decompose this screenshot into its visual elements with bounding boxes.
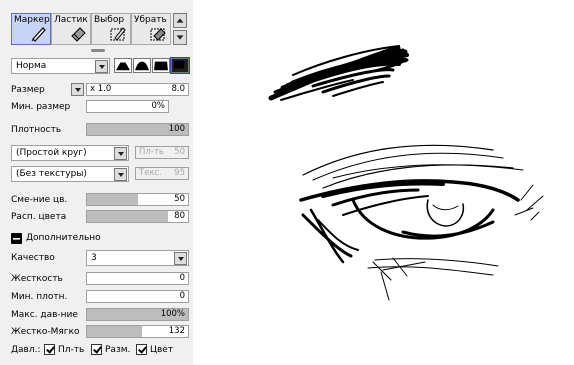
texture-strength-value: 95 [174,168,185,178]
pen-icon [31,27,46,42]
arrow-up-icon [176,18,184,23]
edge-shape-hard[interactable] [152,58,170,73]
texture-strength-input[interactable]: Текс. 95 [135,167,189,180]
max-pressure-value: 100% [160,309,185,319]
pressure-size-checkbox[interactable] [91,344,102,355]
brush-tool-panel: Маркер Ластик Выбор Убрать Норма Размер [0,0,193,365]
size-multiplier-dropdown[interactable] [71,83,84,96]
size-label: Размер [11,85,45,95]
min-size-label: Мин. размер [11,102,71,112]
pressure-density-checkbox[interactable] [44,344,55,355]
selection-eraser-icon [150,28,166,41]
hard-edge-icon [154,61,168,71]
soft-edge-icon [116,62,130,71]
brush-shape-density-value: 50 [174,147,185,157]
min-size-input[interactable]: 0% [86,100,169,113]
edge-shape-medium[interactable] [133,58,151,73]
scroll-down-button[interactable] [173,30,187,45]
brush-shape-value: (Простой круг) [16,148,87,158]
advanced-section-label: Дополнительно [26,233,101,243]
size-value: 8.0 [171,84,185,94]
selection-pen-icon [110,27,126,41]
remove-tool-button[interactable]: Убрать [131,13,171,45]
color-mix-slider-fill [87,194,138,205]
min-density-input[interactable]: 0 [86,290,189,303]
square-edge-icon [173,60,185,69]
hardness-input[interactable]: 0 [86,272,189,285]
drawing-canvas[interactable] [193,0,574,365]
marker-tool-button[interactable]: Маркер [11,13,51,45]
pressure-density-label: Пл-ть [58,345,85,355]
color-mix-slider[interactable]: 50 [86,193,189,206]
eraser-icon [71,27,86,42]
scroll-up-button[interactable] [173,13,187,28]
quality-label: Качество [11,253,55,263]
quality-value: 3 [91,253,97,263]
arrow-down-icon [176,35,184,40]
min-density-label: Мин. плотн. [11,292,68,302]
density-value: 100 [168,124,185,134]
texture-strength-label: Текс. [139,168,162,178]
select-tool-label: Выбор [94,15,125,25]
select-tool-button[interactable]: Выбор [91,13,131,45]
edge-shape-soft[interactable] [114,58,132,73]
hard-soft-value: 132 [168,326,185,336]
texture-select[interactable]: (Без текстуры) [11,166,129,182]
edge-shape-square[interactable] [170,57,190,74]
hard-soft-label: Жестко-Мягко [11,327,80,337]
brush-shape-density-input[interactable]: Пл-ть 50 [135,146,189,159]
marker-tool-label: Маркер [14,15,50,25]
hardness-label: Жесткость [11,274,63,284]
size-input[interactable]: x 1.0 8.0 [86,83,189,96]
quality-select[interactable]: 3 [86,250,189,266]
hatch-strokes-sample [268,45,409,101]
hard-soft-slider[interactable]: 132 [86,325,189,338]
eraser-tool-button[interactable]: Ластик [51,13,91,45]
pressure-color-label: Цвет [150,345,174,355]
density-slider[interactable]: 100 [86,123,189,136]
chevron-down-icon [95,60,108,73]
size-multiplier-value: x 1.0 [90,84,112,94]
color-spread-label: Расп. цвета [11,212,67,222]
hard-soft-slider-fill [87,326,142,337]
remove-tool-label: Убрать [134,15,167,25]
pressure-label: Давл.: [11,345,41,355]
collapse-icon [11,233,22,244]
density-label: Плотность [11,125,62,135]
pressure-size-label: Разм. [105,345,131,355]
blend-mode-value: Норма [16,61,47,71]
chevron-down-icon [114,147,127,160]
chevron-down-icon [114,168,127,181]
texture-value: (Без текстуры) [16,169,87,179]
eraser-tool-label: Ластик [54,15,88,25]
color-mix-value: 50 [174,194,185,204]
eye-sketch [299,144,544,301]
min-density-value: 0 [179,291,185,301]
brush-shape-density-label: Пл-ть [139,147,164,157]
blend-mode-select[interactable]: Норма [11,58,110,74]
brush-shape-select[interactable]: (Простой круг) [11,145,129,161]
max-pressure-label: Макс. дав-ние [11,310,78,320]
advanced-section-toggle[interactable]: Дополнительно [11,232,189,246]
medium-edge-icon [135,61,149,71]
color-spread-slider-fill [87,211,168,222]
max-pressure-slider[interactable]: 100% [86,308,189,321]
min-size-value: 0% [151,101,166,111]
chevron-down-icon [174,252,187,265]
color-spread-value: 80 [174,211,185,221]
panel-resize-grip[interactable] [91,49,105,52]
pressure-color-checkbox[interactable] [136,344,147,355]
color-spread-slider[interactable]: 80 [86,210,189,223]
hardness-value: 0 [179,273,185,283]
color-mix-label: Сме-ние цв. [11,195,68,205]
